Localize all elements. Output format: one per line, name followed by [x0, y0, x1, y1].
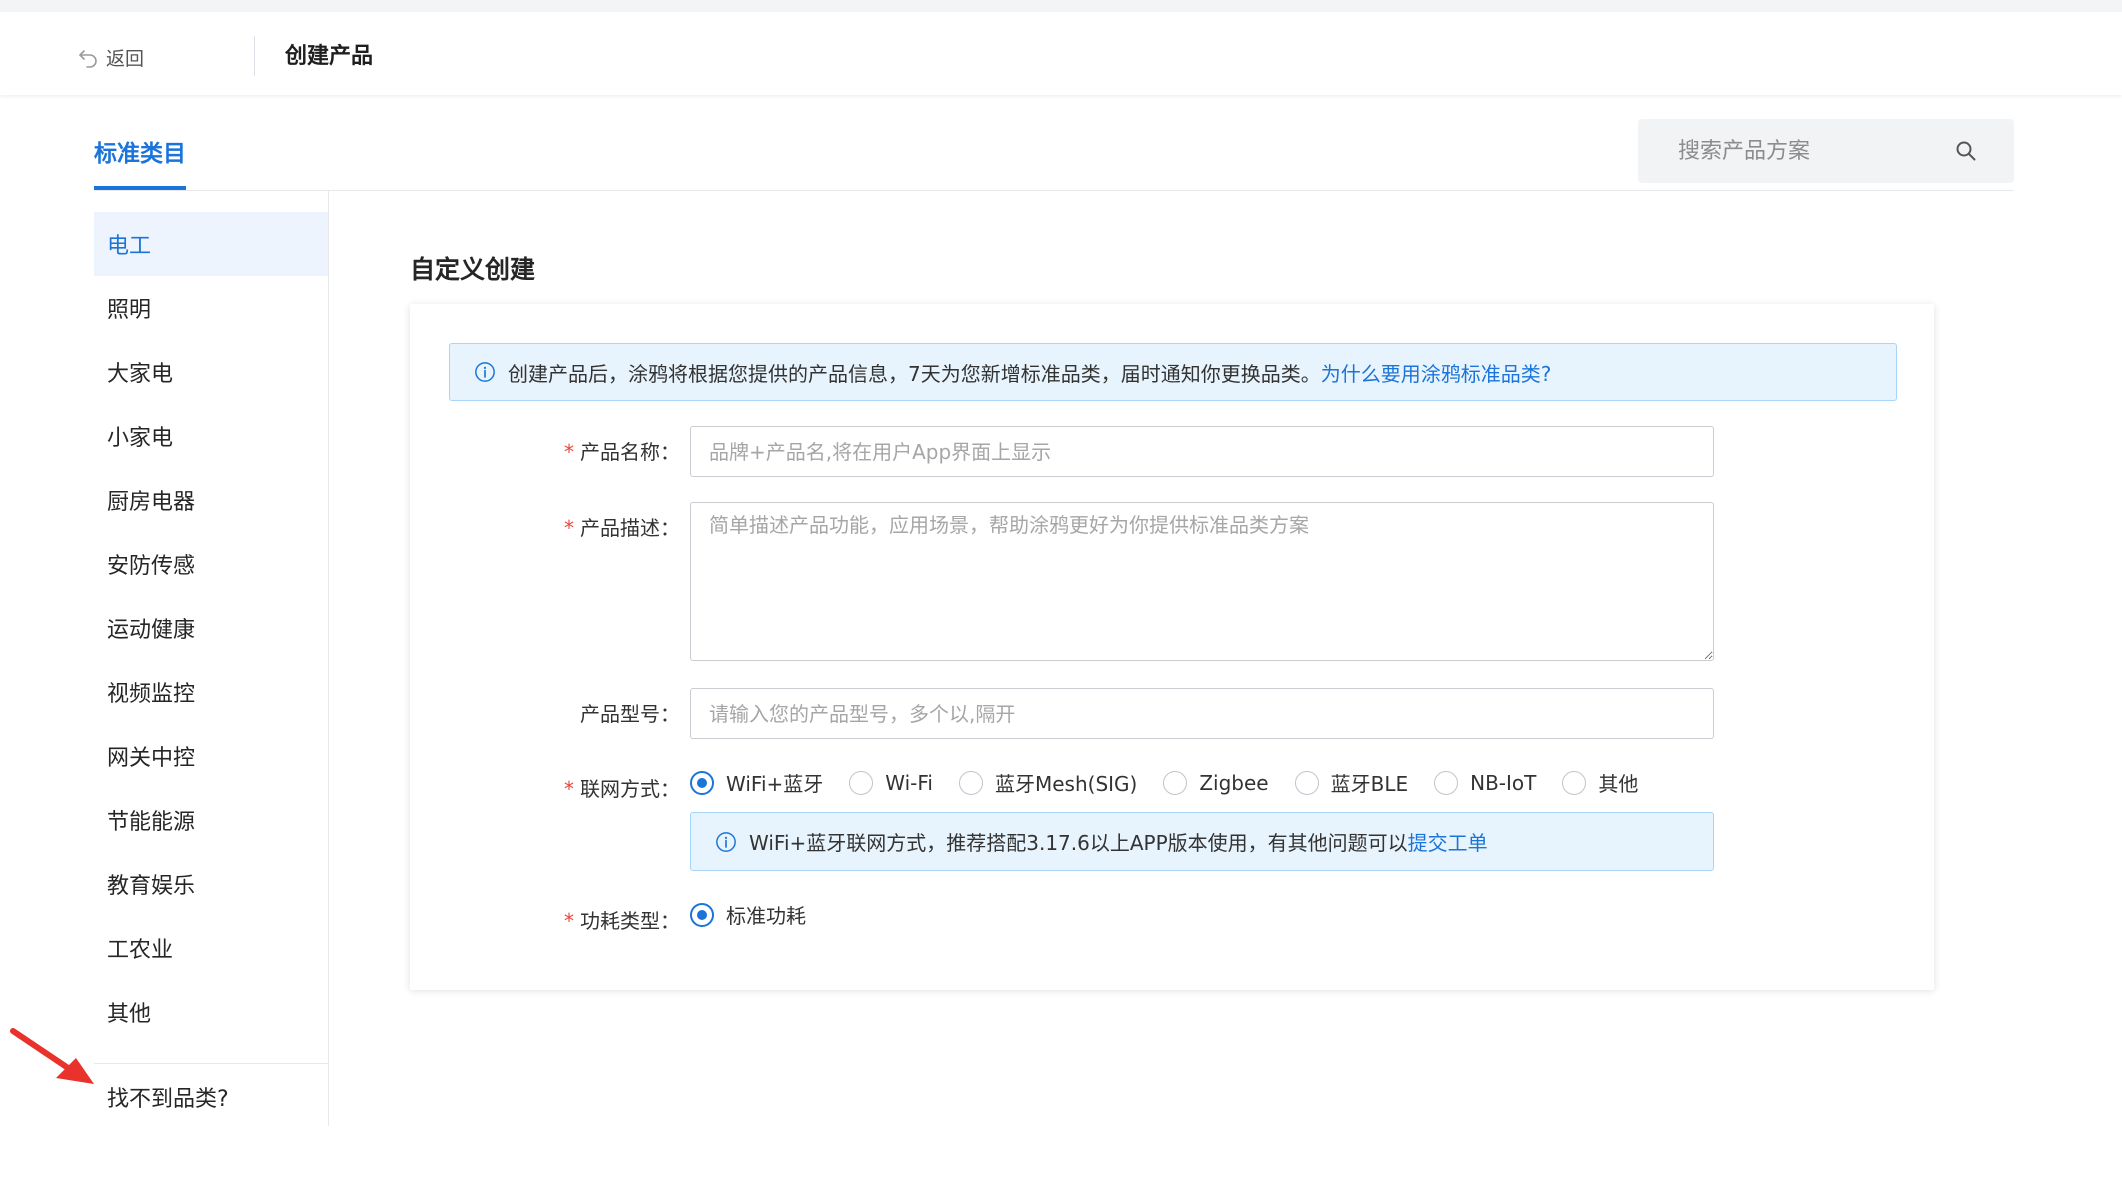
info-alert-text: 创建产品后，涂鸦将根据您提供的产品信息，7天为您新增标准品类，届时通知你更换品类…: [508, 361, 1321, 386]
radio-label: WiFi+蓝牙: [726, 772, 824, 796]
power-type-label: * 功耗类型：: [410, 905, 680, 934]
tab-bar-divider: [94, 190, 2014, 191]
network-option-wifi-bluetooth[interactable]: WiFi+蓝牙: [690, 768, 823, 797]
radio[interactable]: [1434, 770, 1459, 795]
sidebar-item-other[interactable]: 其他: [94, 980, 328, 1044]
product-name-label-text: 产品名称：: [580, 440, 680, 464]
network-hint-alert: WiFi+蓝牙联网方式，推荐搭配3.17.6以上APP版本使用，有其他问题可以 …: [690, 812, 1714, 871]
network-hint-text: WiFi+蓝牙联网方式，推荐搭配3.17.6以上APP版本使用，有其他问题可以: [749, 831, 1408, 855]
category-list: 电工 照明 大家电 小家电 厨房电器 安防传感 运动健康 视频监控 网关中控 节…: [94, 212, 328, 1044]
radio-label: 蓝牙BLE: [1330, 772, 1409, 796]
product-name-label: * 产品名称：: [410, 436, 680, 465]
custom-create-form-card: 创建产品后，涂鸦将根据您提供的产品信息，7天为您新增标准品类，届时通知你更换品类…: [410, 304, 1934, 990]
radio-label: NB-IoT: [1470, 770, 1537, 795]
sidebar-item-kitchen-appliances[interactable]: 厨房电器: [94, 468, 328, 532]
sidebar-item-gateway-control[interactable]: 网关中控: [94, 724, 328, 788]
sidebar-item-large-appliances[interactable]: 大家电: [94, 340, 328, 404]
required-mark: *: [564, 440, 574, 464]
product-model-label: 产品型号：: [580, 702, 680, 726]
info-icon: [475, 362, 495, 382]
radio-checked[interactable]: [690, 770, 714, 795]
sidebar-divider: [94, 1063, 328, 1064]
network-radio-group: WiFi+蓝牙 Wi-Fi 蓝牙Mesh(SIG) Zigbee 蓝牙BLE N…: [690, 768, 1664, 797]
product-name-input[interactable]: [690, 426, 1714, 477]
radio[interactable]: [849, 770, 874, 795]
why-standard-category-link[interactable]: 为什么要用涂鸦标准品类?: [1321, 358, 1552, 387]
sidebar-item-sports-health[interactable]: 运动健康: [94, 596, 328, 660]
sidebar-item-security-sensors[interactable]: 安防传感: [94, 532, 328, 596]
network-option-bluetooth-mesh[interactable]: 蓝牙Mesh(SIG): [958, 768, 1138, 797]
sidebar-item-industry-agriculture[interactable]: 工农业: [94, 916, 328, 980]
radio-checked[interactable]: [690, 902, 714, 927]
power-option-standard[interactable]: 标准功耗: [690, 900, 806, 929]
back-button[interactable]: 返回: [76, 42, 144, 72]
required-mark: *: [564, 909, 574, 933]
back-label: 返回: [106, 47, 145, 70]
network-option-zigbee[interactable]: Zigbee: [1163, 770, 1269, 795]
network-option-bluetooth-ble[interactable]: 蓝牙BLE: [1294, 768, 1409, 797]
category-sidebar: 电工 照明 大家电 小家电 厨房电器 安防传感 运动健康 视频监控 网关中控 节…: [94, 191, 329, 1126]
sidebar-item-education-entertainment[interactable]: 教育娱乐: [94, 852, 328, 916]
search-icon[interactable]: [1954, 137, 1978, 165]
radio[interactable]: [1163, 770, 1188, 795]
info-alert: 创建产品后，涂鸦将根据您提供的产品信息，7天为您新增标准品类，届时通知你更换品类…: [449, 343, 1897, 401]
sidebar-item-electrician[interactable]: 电工: [94, 212, 328, 276]
network-label-text: 联网方式：: [580, 777, 680, 801]
radio-label: Wi-Fi: [885, 770, 933, 795]
radio-label: 标准功耗: [726, 904, 806, 928]
product-description-label-text: 产品描述：: [580, 516, 680, 540]
top-header: 返回 创建产品: [0, 0, 2122, 95]
sidebar-item-video-surveillance[interactable]: 视频监控: [94, 660, 328, 724]
search-input[interactable]: [1638, 119, 1954, 183]
sidebar-item-small-appliances[interactable]: 小家电: [94, 404, 328, 468]
power-type-label-text: 功耗类型：: [580, 909, 680, 933]
product-model-input[interactable]: [690, 688, 1714, 739]
product-description-textarea[interactable]: [690, 502, 1714, 661]
radio[interactable]: [958, 770, 983, 795]
header-divider: [254, 36, 255, 76]
back-arrow-icon: [79, 50, 97, 68]
network-option-wifi[interactable]: Wi-Fi: [849, 770, 933, 795]
category-not-found-link[interactable]: 找不到品类?: [107, 1081, 229, 1113]
red-arrow-annotation-icon: [10, 1028, 94, 1084]
radio[interactable]: [1562, 770, 1587, 795]
section-title: 自定义创建: [410, 255, 536, 284]
tab-standard-category[interactable]: 标准类目: [94, 134, 186, 190]
radio-label: Zigbee: [1199, 770, 1269, 795]
required-mark: *: [564, 516, 574, 540]
search-box: [1638, 119, 2014, 183]
power-type-radio-group: 标准功耗: [690, 900, 832, 929]
sidebar-item-energy[interactable]: 节能能源: [94, 788, 328, 852]
radio-label: 蓝牙Mesh(SIG): [994, 772, 1138, 796]
network-option-other[interactable]: 其他: [1562, 768, 1638, 797]
product-description-label: * 产品描述：: [410, 512, 680, 541]
network-label: * 联网方式：: [410, 773, 680, 802]
page-title: 创建产品: [285, 44, 374, 69]
radio-label: 其他: [1598, 772, 1639, 796]
network-option-nb-iot[interactable]: NB-IoT: [1434, 770, 1537, 795]
sidebar-item-lighting[interactable]: 照明: [94, 276, 328, 340]
radio[interactable]: [1294, 770, 1319, 795]
submit-ticket-link[interactable]: 提交工单: [1408, 827, 1488, 856]
required-mark: *: [564, 777, 574, 801]
info-icon: [716, 831, 736, 852]
